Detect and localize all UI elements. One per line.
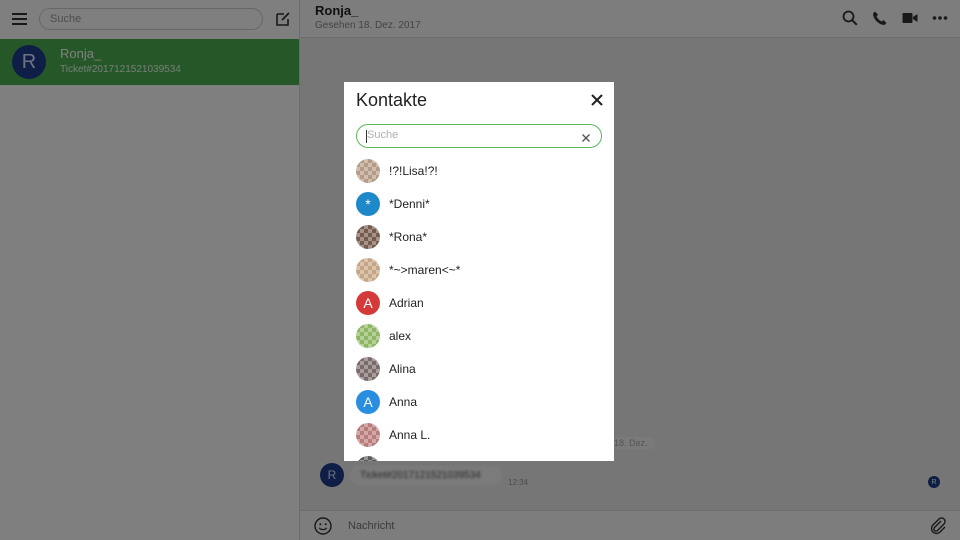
avatar: A xyxy=(356,290,380,315)
contact-item[interactable]: !?!Lisa!?! xyxy=(344,154,614,187)
avatar xyxy=(356,158,380,183)
contact-item[interactable]: * *Denni* xyxy=(344,187,614,220)
contacts-dialog: Kontakte !?!Lisa!?! * *Denni* *Rona* *~>mare… xyxy=(344,82,614,461)
close-icon[interactable] xyxy=(590,93,604,107)
contact-name: *~>maren<~* xyxy=(389,262,461,277)
contact-item[interactable]: A Adrian xyxy=(344,286,614,319)
contact-search-field[interactable] xyxy=(356,124,602,148)
contact-item[interactable] xyxy=(344,451,614,461)
contact-name: alex xyxy=(389,328,412,343)
avatar xyxy=(356,257,380,282)
dialog-title: Kontakte xyxy=(356,90,428,110)
contact-item[interactable]: Alina xyxy=(344,352,614,385)
contact-item[interactable]: Anna L. xyxy=(344,418,614,451)
avatar: * xyxy=(356,191,380,216)
contact-list: !?!Lisa!?! * *Denni* *Rona* *~>maren<~* A Adri… xyxy=(344,154,614,461)
avatar xyxy=(356,455,380,461)
avatar xyxy=(356,323,380,348)
contact-name: Adrian xyxy=(389,295,424,310)
avatar xyxy=(356,224,380,249)
contact-name: Alina xyxy=(389,361,416,376)
contact-search-input[interactable] xyxy=(367,129,567,141)
contact-item[interactable]: *~>maren<~* xyxy=(344,253,614,286)
avatar xyxy=(356,356,380,381)
contact-item[interactable]: *Rona* xyxy=(344,220,614,253)
contact-item[interactable]: alex xyxy=(344,319,614,352)
contact-item[interactable]: A Anna xyxy=(344,385,614,418)
avatar xyxy=(356,422,380,447)
contact-name: *Rona* xyxy=(389,229,428,244)
contact-name: Anna xyxy=(389,394,418,409)
contact-name: Anna L. xyxy=(389,427,431,442)
clear-icon[interactable] xyxy=(581,130,591,142)
contact-name: !?!Lisa!?! xyxy=(389,163,438,178)
contact-name: *Denni* xyxy=(389,196,430,211)
avatar: A xyxy=(356,389,380,414)
